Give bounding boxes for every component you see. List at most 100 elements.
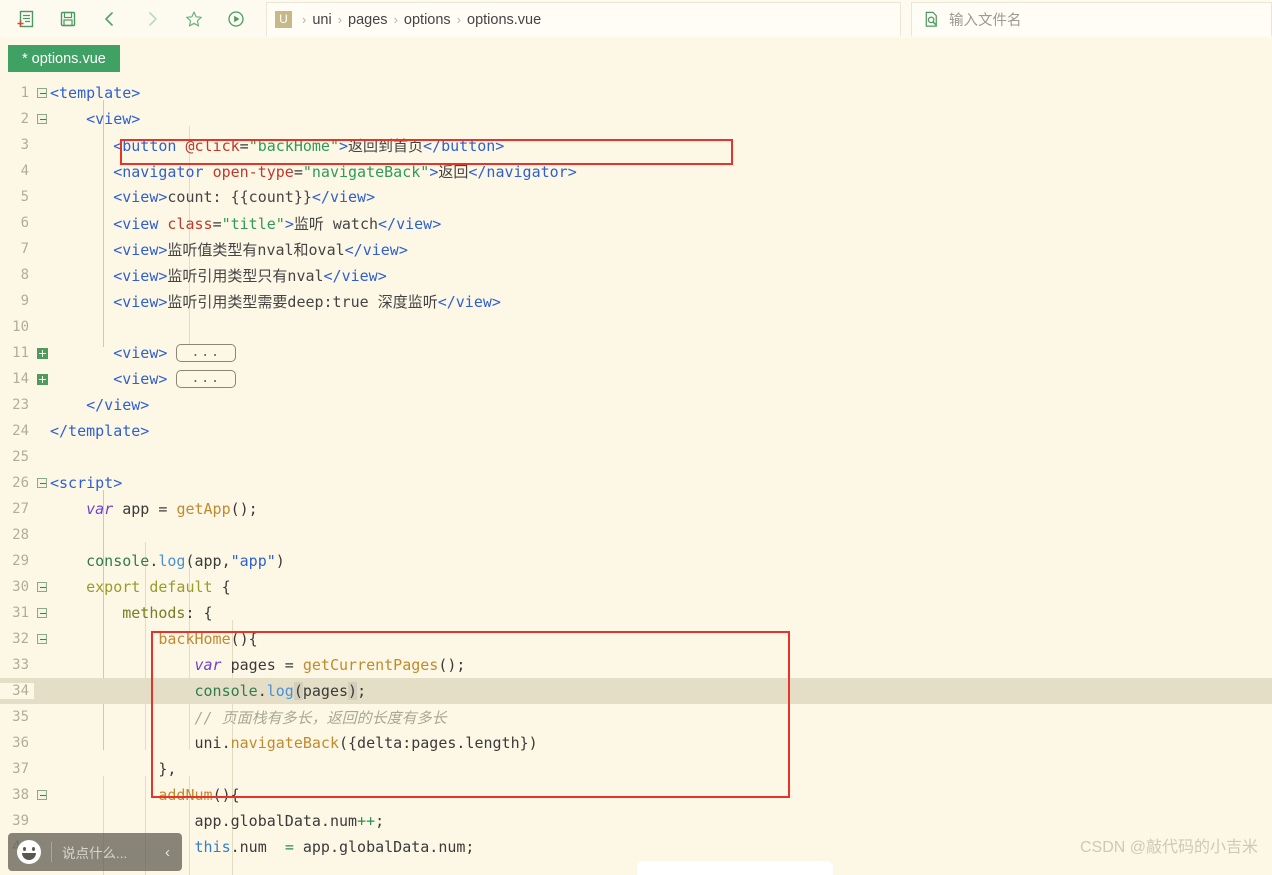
line-number: 39 — [12, 813, 29, 829]
code-line[interactable]: 4 <navigator open-type="navigateBack">返回… — [0, 158, 1272, 184]
code-text: <template> — [50, 84, 141, 102]
code-text: uni.navigateBack({delta:pages.length}) — [194, 734, 538, 752]
code-line[interactable]: 9 <view>监听引用类型需要deep:true 深度监听</view> — [0, 288, 1272, 314]
code-text: <view>监听引用类型只有nval</view> — [113, 266, 387, 285]
code-line[interactable]: 8 <view>监听引用类型只有nval</view> — [0, 262, 1272, 288]
collapsed-fold-box[interactable]: ... — [176, 344, 236, 363]
toolbar: U › uni › pages › options › options.vue … — [0, 0, 1272, 38]
code-line[interactable]: 25 — [0, 444, 1272, 470]
code-editor-window: U › uni › pages › options › options.vue … — [0, 0, 1272, 875]
smiley-icon[interactable] — [17, 840, 41, 864]
code-line[interactable]: 7 <view>监听值类型有nval和oval</view> — [0, 236, 1272, 262]
collapse-chevron-icon[interactable]: ‹ — [165, 844, 170, 861]
star-icon[interactable] — [174, 2, 214, 36]
fold-marker-minus[interactable] — [34, 470, 50, 496]
breadcrumb[interactable]: U › uni › pages › options › options.vue — [266, 2, 901, 36]
code-line[interactable]: 38 addNum(){ — [0, 782, 1272, 808]
code-text: <view> ... — [50, 344, 1272, 363]
breadcrumb-separator: › — [456, 12, 462, 27]
breadcrumb-item-options[interactable]: options — [404, 12, 451, 28]
code-text: addNum(){ — [158, 786, 240, 804]
code-line[interactable]: 31 methods: { — [0, 600, 1272, 626]
line-number: 29 — [12, 553, 29, 569]
comment-widget[interactable]: 说点什么... ‹ — [8, 833, 182, 871]
code-line[interactable]: 14 <view> ... — [0, 366, 1272, 392]
line-number: 31 — [12, 605, 29, 621]
line-number: 35 — [12, 709, 29, 725]
line-number: 28 — [12, 527, 29, 543]
code-text: var app = getApp(); — [86, 500, 258, 518]
run-icon[interactable] — [216, 2, 256, 36]
code-text: <view> — [86, 110, 141, 128]
code-line[interactable]: 30 export default { — [0, 574, 1272, 600]
code-line[interactable]: 1 <template> — [0, 80, 1272, 106]
breadcrumb-separator: › — [302, 12, 307, 27]
file-search-bar[interactable]: 输入文件名 — [911, 2, 1272, 36]
save-icon[interactable] — [48, 2, 88, 36]
file-search-placeholder: 输入文件名 — [949, 13, 1022, 29]
toolbar-icon-group — [0, 2, 256, 36]
code-line[interactable]: 39 app.globalData.num++; — [0, 808, 1272, 834]
breadcrumb-item-options-vue[interactable]: options.vue — [467, 12, 541, 28]
code-line[interactable]: 26 <script> — [0, 470, 1272, 496]
code-text: }, — [158, 760, 177, 778]
code-line[interactable]: 35 // 页面栈有多长，返回的长度有多长 — [0, 704, 1272, 730]
code-line[interactable]: 10 — [0, 314, 1272, 340]
code-line-active[interactable]: 34 console.log(pages); — [0, 678, 1272, 704]
code-text: // 页面栈有多长，返回的长度有多长 — [194, 708, 447, 727]
fold-marker-plus[interactable] — [34, 340, 50, 366]
breadcrumb-item-uni[interactable]: uni — [312, 12, 331, 28]
code-line[interactable]: 28 — [0, 522, 1272, 548]
code-text: </template> — [50, 422, 150, 440]
code-line[interactable]: 33 var pages = getCurrentPages(); — [0, 652, 1272, 678]
code-text: <button @click="backHome">返回到首页</button> — [113, 136, 505, 155]
collapsed-fold-box[interactable]: ... — [176, 370, 236, 389]
code-line[interactable]: 6 <view class="title">监听 watch</view> — [0, 210, 1272, 236]
code-line[interactable]: 2 <view> — [0, 106, 1272, 132]
code-line[interactable]: 5 <view>count: {{count}}</view> — [0, 184, 1272, 210]
code-text: <view>count: {{count}}</view> — [113, 188, 376, 206]
fold-marker-minus[interactable] — [34, 626, 50, 652]
line-number: 25 — [12, 449, 29, 465]
code-line[interactable]: 37 }, — [0, 756, 1272, 782]
fold-marker-minus[interactable] — [34, 106, 50, 132]
breadcrumb-item-pages[interactable]: pages — [348, 12, 388, 28]
forward-chevron-icon[interactable] — [132, 2, 172, 36]
tab-bar: * options.vue — [0, 38, 1272, 78]
code-line[interactable]: 36 uni.navigateBack({delta:pages.length}… — [0, 730, 1272, 756]
fold-marker-minus[interactable] — [34, 80, 50, 106]
code-line[interactable]: 29 console.log(app,"app") — [0, 548, 1272, 574]
line-number: 3 — [20, 137, 29, 153]
code-line[interactable]: 27 var app = getApp(); — [0, 496, 1272, 522]
line-number: 9 — [20, 293, 29, 309]
comment-input-placeholder[interactable]: 说点什么... — [62, 842, 165, 862]
widget-divider — [51, 842, 52, 862]
line-number: 36 — [12, 735, 29, 751]
code-line[interactable]: 11 <view> ... — [0, 340, 1272, 366]
fold-marker-plus[interactable] — [34, 366, 50, 392]
code-line[interactable]: 24 </template> — [0, 418, 1272, 444]
editor-area[interactable]: 1 <template> 2 <view> 3 <button @click="… — [0, 80, 1272, 875]
tab-options-vue[interactable]: * options.vue — [8, 45, 120, 72]
code-line[interactable]: 23 </view> — [0, 392, 1272, 418]
back-chevron-icon[interactable] — [90, 2, 130, 36]
code-line[interactable]: 32 backHome(){ — [0, 626, 1272, 652]
fold-marker-minus[interactable] — [34, 600, 50, 626]
new-file-icon[interactable] — [6, 2, 46, 36]
line-number: 27 — [12, 501, 29, 517]
fold-marker-minus[interactable] — [34, 574, 50, 600]
fold-marker-minus[interactable] — [34, 782, 50, 808]
line-number: 1 — [20, 85, 29, 101]
code-line[interactable]: 3 <button @click="backHome">返回到首页</butto… — [0, 132, 1272, 158]
